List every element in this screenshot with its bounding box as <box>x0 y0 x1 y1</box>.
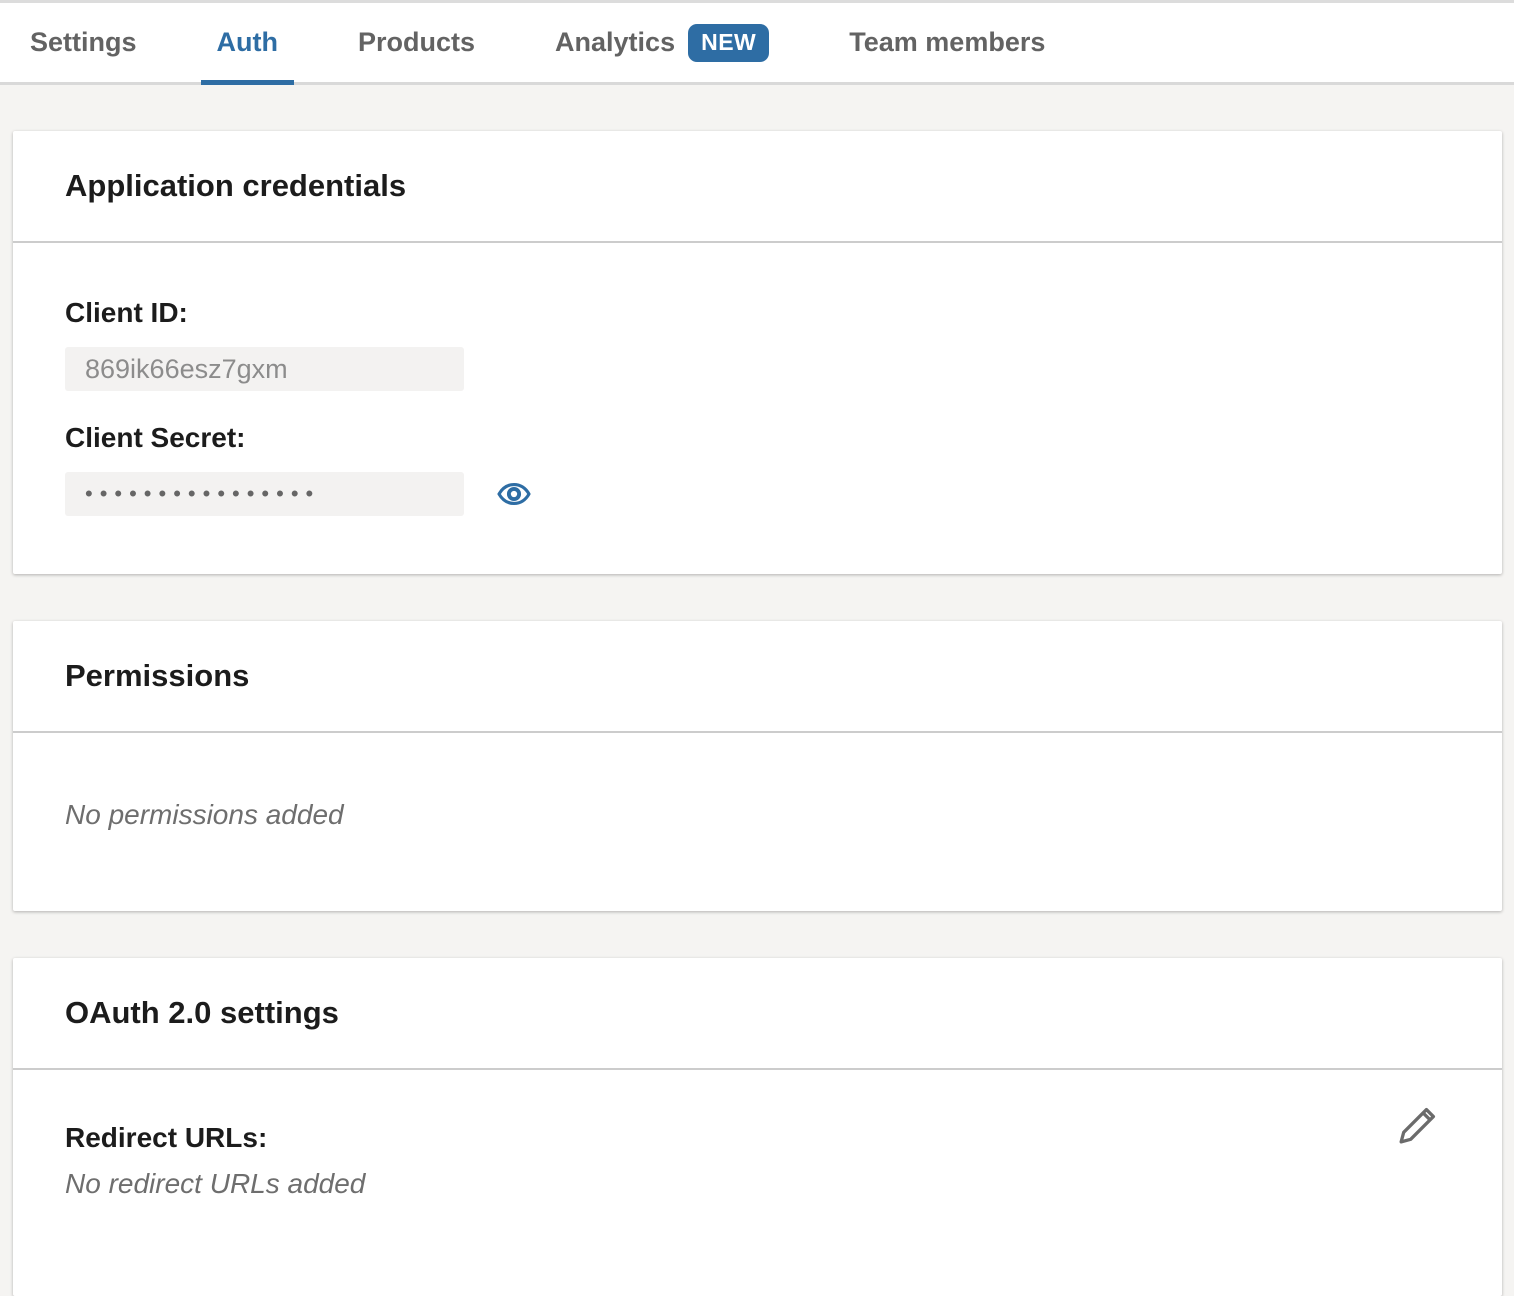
client-secret-row <box>65 472 1450 516</box>
client-id-field[interactable] <box>65 347 464 391</box>
permissions-empty-text: No permissions added <box>65 799 1450 831</box>
edit-redirect-urls-button[interactable] <box>1396 1103 1440 1147</box>
eye-icon <box>496 500 532 515</box>
client-id-label: Client ID: <box>65 297 1450 329</box>
show-secret-button[interactable] <box>496 476 532 512</box>
tab-auth-label: Auth <box>217 27 278 58</box>
application-credentials-title: Application credentials <box>65 168 406 204</box>
permissions-header: Permissions <box>13 621 1502 733</box>
tab-products-label: Products <box>358 27 475 58</box>
oauth-settings-body: Redirect URLs: No redirect URLs added <box>13 1070 1502 1296</box>
tab-analytics-label: Analytics <box>555 27 675 58</box>
app-tabbar: Settings Auth Products Analytics NEW Tea… <box>0 0 1514 85</box>
auth-page: Application credentials Client ID: Clien… <box>0 85 1514 1296</box>
new-badge: NEW <box>688 24 769 62</box>
oauth-settings-card: OAuth 2.0 settings Redirect URLs: No red… <box>13 958 1502 1296</box>
client-secret-label: Client Secret: <box>65 422 1450 454</box>
tab-products[interactable]: Products <box>358 3 475 82</box>
tab-settings-label: Settings <box>30 27 137 58</box>
pencil-icon <box>1396 1135 1440 1150</box>
redirect-urls-label: Redirect URLs: <box>65 1122 1450 1154</box>
permissions-body: No permissions added <box>13 733 1502 911</box>
tab-settings[interactable]: Settings <box>30 3 137 82</box>
client-secret-field[interactable] <box>65 472 464 516</box>
oauth-settings-header: OAuth 2.0 settings <box>13 958 1502 1070</box>
redirect-urls-empty-text: No redirect URLs added <box>65 1168 1450 1200</box>
permissions-title: Permissions <box>65 658 249 694</box>
tab-team-members-label: Team members <box>849 27 1045 58</box>
tab-team-members[interactable]: Team members <box>849 3 1045 82</box>
application-credentials-header: Application credentials <box>13 131 1502 243</box>
permissions-card: Permissions No permissions added <box>13 621 1502 911</box>
tab-auth[interactable]: Auth <box>217 3 278 82</box>
oauth-settings-title: OAuth 2.0 settings <box>65 995 339 1031</box>
tab-analytics[interactable]: Analytics NEW <box>555 3 769 82</box>
application-credentials-body: Client ID: Client Secret: <box>13 243 1502 574</box>
application-credentials-card: Application credentials Client ID: Clien… <box>13 131 1502 574</box>
